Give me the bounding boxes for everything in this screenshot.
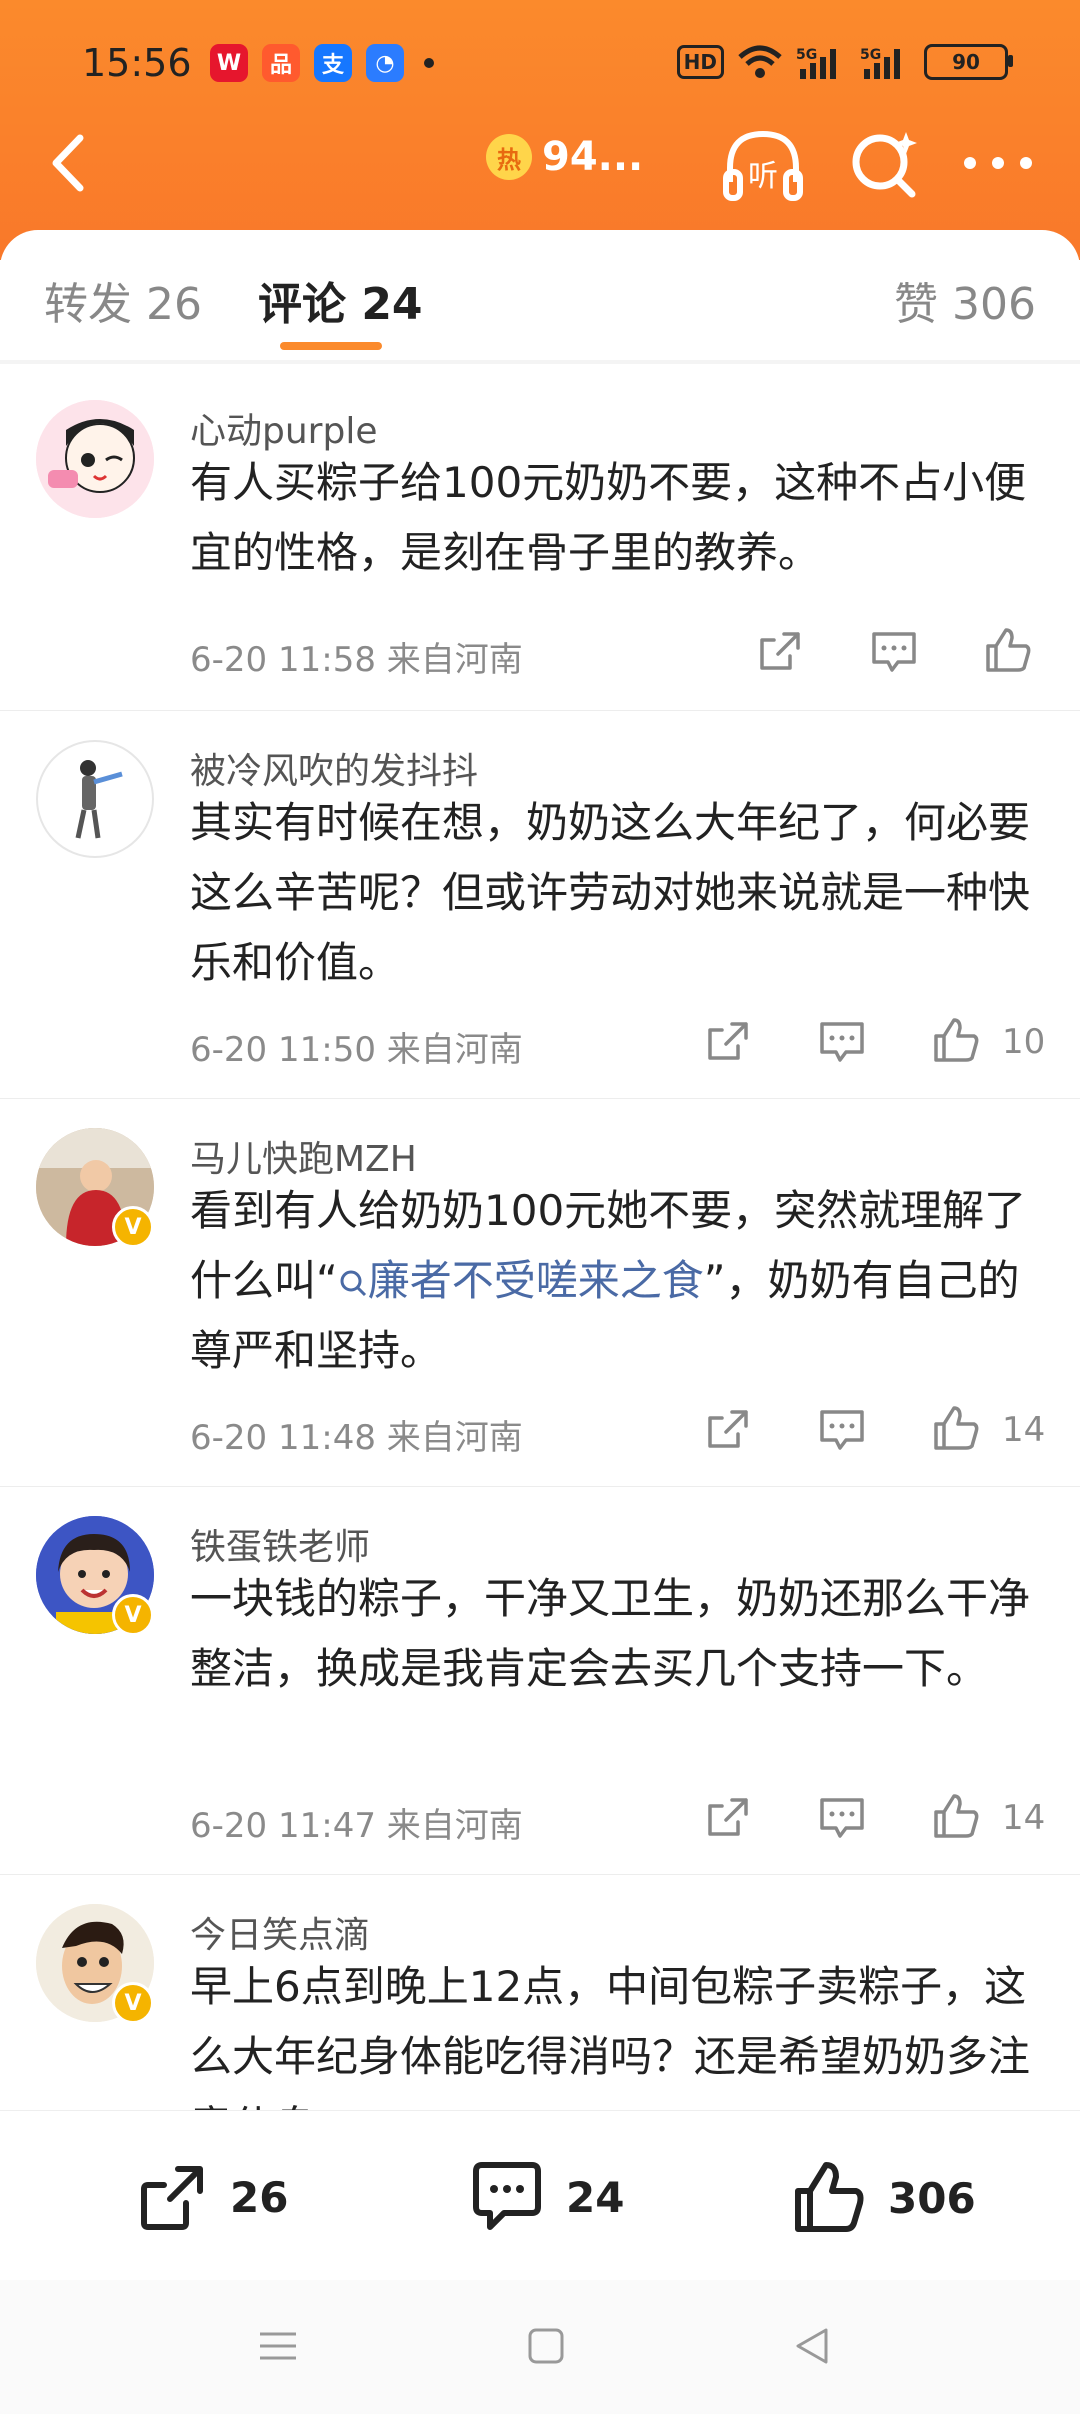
status-app-icons: W 品 支 ◔ <box>210 44 434 82</box>
comment-item: V 马儿快跑MZH 看到有人给奶奶100元她不要，突然就理解了什么叫“ 廉者不受嗟… <box>0 1098 1080 1487</box>
comment-text: 一块钱的粽子，干净又卫生，奶奶还那么干净整洁，换成是我肯定会去买几个支持一下。 <box>190 1574 1031 1693</box>
like-button[interactable]: 306 <box>790 2159 976 2237</box>
hot-rank[interactable]: 热 94... <box>486 134 643 180</box>
tab-like[interactable]: 赞 306 <box>894 268 1036 332</box>
tab-bar: 转发 26 评论 24 赞 306 <box>0 230 1080 361</box>
comment-text: 看到有人给奶奶100元她不要，突然就理解了什么叫“ 廉者不受嗟来之食”，奶奶有自己… <box>190 1176 1040 1386</box>
app-icon: 品 <box>262 44 300 82</box>
comment-meta: 6-20 11:48 来自河南 <box>190 1418 523 1458</box>
like-thumb-icon <box>795 2162 864 2232</box>
system-nav-bar <box>0 2280 1080 2414</box>
verified-badge-icon: V <box>112 1982 154 2024</box>
weibo-icon: W <box>210 44 248 82</box>
like-count-total: 306 <box>888 2173 976 2223</box>
notification-dot-icon <box>424 58 434 68</box>
header-bar: 15:56 W 品 支 ◔ HD 5G 5G 90 热 94... 听 <box>0 0 1080 260</box>
comment-username[interactable]: 今日笑点滴 <box>190 1906 370 1958</box>
tab-comment[interactable]: 评论 24 <box>258 268 423 332</box>
verified-badge-icon: V <box>112 1594 154 1636</box>
search-icon[interactable] <box>848 128 920 200</box>
battery-icon: 90 <box>924 44 1013 80</box>
repost-icon <box>141 2166 203 2230</box>
comment-icon[interactable] <box>868 626 920 678</box>
share-icon[interactable] <box>702 1016 754 1068</box>
repost-button[interactable]: 26 <box>134 2159 288 2235</box>
back-triangle-icon[interactable] <box>790 2324 834 2368</box>
comment-item: 心动purple 有人买粽子给100元奶奶不要，这种不占小便宜的性格，是刻在骨子… <box>0 370 1080 711</box>
search-topic-icon <box>340 1270 366 1297</box>
comments-sheet: 转发 26 评论 24 赞 306 心动purple 有人买粽子给100元奶奶不… <box>0 230 1080 2110</box>
comment-count: 24 <box>566 2172 625 2222</box>
comment-username[interactable]: 被冷风吹的发抖抖 <box>190 742 478 794</box>
comment-text: 其实有时候在想，奶奶这么大年纪了，何必要这么辛苦呢？但或许劳动对她来说就是一种快… <box>190 798 1031 987</box>
comment-meta: 6-20 11:58 来自河南 <box>190 640 523 680</box>
share-icon[interactable] <box>702 1404 754 1456</box>
like-thumb-icon[interactable] <box>930 1790 982 1842</box>
browser-icon: ◔ <box>366 44 404 82</box>
comment-icon[interactable] <box>816 1016 868 1068</box>
comment-button[interactable]: 24 <box>468 2159 624 2235</box>
wifi-icon <box>738 45 782 78</box>
verified-badge-icon: V <box>112 1206 154 1248</box>
share-icon[interactable] <box>702 1792 754 1844</box>
more-options-icon[interactable] <box>960 140 1036 186</box>
signal-icon: 5G <box>796 47 836 79</box>
svg-text:5G: 5G <box>796 47 817 63</box>
status-time: 15:56 <box>82 41 192 85</box>
comment-username[interactable]: 铁蛋铁老师 <box>190 1518 370 1570</box>
divider <box>0 360 1080 364</box>
status-bar: 15:56 W 品 支 ◔ HD 5G 5G 90 <box>0 38 1080 88</box>
hot-badge-icon: 热 <box>486 134 532 180</box>
comment-text: 有人买粽子给100元奶奶不要，这种不占小便宜的性格，是刻在骨子里的教养。 <box>190 458 1027 577</box>
menu-icon[interactable] <box>256 2324 300 2368</box>
share-icon[interactable] <box>754 626 806 678</box>
comment-item: V 铁蛋铁老师 一块钱的粽子，干净又卫生，奶奶还那么干净整洁，换成是我肯定会去买… <box>0 1486 1080 1875</box>
like-thumb-icon[interactable] <box>930 1402 982 1454</box>
bottom-action-bar: 26 24 306 <box>0 2110 1080 2281</box>
signal-icon-2: 5G <box>860 47 900 79</box>
repost-count: 26 <box>230 2172 289 2222</box>
comment-meta: 6-20 11:50 来自河南 <box>190 1030 523 1070</box>
hd-icon: HD <box>676 45 724 79</box>
back-arrow-icon[interactable] <box>36 128 106 198</box>
comment-bubble-icon <box>473 2162 541 2230</box>
comment-item: V 今日笑点滴 早上6点到晚上12点，中间包粽子卖粽子，这么大年纪身体能吃得消吗… <box>0 1874 1080 2110</box>
topic-link[interactable]: 廉者不受嗟来之食 <box>338 1256 704 1305</box>
like-count: 10 <box>1002 1022 1046 1062</box>
alipay-icon: 支 <box>314 44 352 82</box>
nav-bar: 热 94... 听 <box>0 120 1080 210</box>
comment-item: 被冷风吹的发抖抖 其实有时候在想，奶奶这么大年纪了，何必要这么辛苦呢？但或许劳动… <box>0 710 1080 1099</box>
comment-text: 早上6点到晚上12点，中间包粽子卖粽子，这么大年纪身体能吃得消吗？还是希望奶奶多… <box>190 1962 1031 2110</box>
like-count: 14 <box>1002 1410 1046 1450</box>
status-system-icons: HD 5G 5G 90 <box>676 44 1013 80</box>
avatar[interactable] <box>36 400 154 518</box>
svg-text:5G: 5G <box>860 47 881 63</box>
comment-meta: 6-20 11:47 来自河南 <box>190 1806 523 1846</box>
comment-username[interactable]: 马儿快跑MZH <box>190 1130 417 1182</box>
like-thumb-icon[interactable] <box>930 1014 982 1066</box>
hot-count: 94... <box>542 134 644 180</box>
tab-repost[interactable]: 转发 26 <box>44 268 202 332</box>
topic-link-text: 廉者不受嗟来之食 <box>367 1256 704 1305</box>
comment-icon[interactable] <box>816 1404 868 1456</box>
comment-username[interactable]: 心动purple <box>190 402 377 454</box>
tab-active-indicator <box>280 342 382 350</box>
comment-icon[interactable] <box>816 1792 868 1844</box>
home-icon[interactable] <box>524 2324 568 2368</box>
avatar[interactable] <box>36 740 154 858</box>
listen-headphones-icon[interactable]: 听 <box>720 126 806 206</box>
like-count: 14 <box>1002 1798 1046 1838</box>
svg-text:听: 听 <box>748 159 778 194</box>
like-thumb-icon[interactable] <box>982 624 1034 676</box>
